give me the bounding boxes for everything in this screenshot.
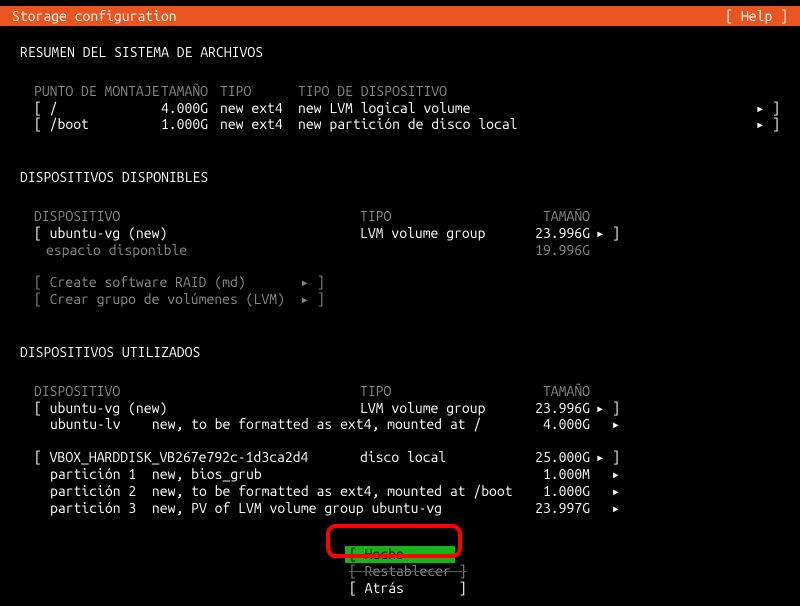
device-type: LVM volume group xyxy=(360,225,520,242)
col-device: DISPOSITIVO xyxy=(20,208,360,225)
header-title: Storage configuration xyxy=(12,8,177,25)
chevron-right-icon[interactable]: ▸ ] xyxy=(750,116,780,133)
fs-row[interactable]: [ / 4.000G new ext4 new LVM logical volu… xyxy=(20,100,780,117)
back-button[interactable]: [ Atrás ] xyxy=(345,580,455,597)
done-button[interactable]: [ Hecho ] xyxy=(345,546,455,563)
main-content: RESUMEN DEL SISTEMA DE ARCHIVOS PUNTO DE… xyxy=(0,44,800,597)
used-device-type: disco local xyxy=(360,449,520,466)
fs-mount: [ / xyxy=(20,100,150,117)
device-freespace-size: 19.996G xyxy=(520,242,590,259)
used-partition-name: partición 2 new, to be formatted as ext4… xyxy=(20,483,520,500)
fs-summary-section: RESUMEN DEL SISTEMA DE ARCHIVOS PUNTO DE… xyxy=(20,44,780,133)
col-devtype: TIPO DE DISPOSITIVO xyxy=(298,83,750,100)
used-title: DISPOSITIVOS UTILIZADOS xyxy=(20,344,780,361)
reset-button[interactable]: [ Restablecer ] xyxy=(345,563,455,580)
device-row-freespace: espacio disponible 19.996G xyxy=(20,242,780,259)
col-size: TAMAÑO xyxy=(150,83,220,100)
available-header: DISPOSITIVO TIPO TAMAÑO xyxy=(20,208,780,225)
fs-size: 1.000G xyxy=(150,116,220,133)
used-device-type: LVM volume group xyxy=(360,400,520,417)
device-freespace-label: espacio disponible xyxy=(20,242,360,259)
help-link[interactable]: [ Help ] xyxy=(725,8,788,25)
fs-devtype: new LVM logical volume xyxy=(298,100,750,117)
used-partition-size: 4.000G xyxy=(520,416,590,433)
used-partition-size: 1.000M xyxy=(520,466,590,483)
used-section: DISPOSITIVOS UTILIZADOS DISPOSITIVO TIPO… xyxy=(20,344,780,516)
fs-type: new ext4 xyxy=(220,100,298,117)
chevron-right-icon[interactable]: ▸ xyxy=(590,416,620,433)
fs-mount: [ /boot xyxy=(20,116,150,133)
col-type: TIPO xyxy=(360,383,520,400)
fs-row[interactable]: [ /boot 1.000G new ext4 new partición de… xyxy=(20,116,780,133)
used-device-size: 25.000G xyxy=(520,449,590,466)
col-size: TAMAÑO xyxy=(520,383,590,400)
chevron-right-icon[interactable]: ▸ ] xyxy=(590,225,620,242)
used-device-name: [ ubuntu-vg (new) xyxy=(20,400,360,417)
fs-summary-header: PUNTO DE MONTAJE TAMAÑO TIPO TIPO DE DIS… xyxy=(20,83,780,100)
used-device-row[interactable]: [ ubuntu-vg (new) LVM volume group 23.99… xyxy=(20,400,780,417)
used-device-row[interactable]: [ VBOX_HARDDISK_VB267e792c-1d3ca2d4 disc… xyxy=(20,449,780,466)
chevron-right-icon[interactable]: ▸ ] xyxy=(590,400,620,417)
used-device-size: 23.996G xyxy=(520,400,590,417)
action-buttons: [ Hecho ] [ Restablecer ] [ Atrás ] xyxy=(20,546,780,596)
used-partition-row[interactable]: ubuntu-lv new, to be formatted as ext4, … xyxy=(20,416,780,433)
fs-type: new ext4 xyxy=(220,116,298,133)
device-row[interactable]: [ ubuntu-vg (new) LVM volume group 23.99… xyxy=(20,225,780,242)
available-section: DISPOSITIVOS DISPONIBLES DISPOSITIVO TIP… xyxy=(20,169,780,308)
chevron-right-icon[interactable]: ▸ ] xyxy=(590,449,620,466)
used-partition-row[interactable]: partición 2 new, to be formatted as ext4… xyxy=(20,483,780,500)
used-partition-size: 1.000G xyxy=(520,483,590,500)
chevron-right-icon[interactable]: ▸ xyxy=(590,483,620,500)
header-bar: Storage configuration [ Help ] xyxy=(0,6,800,26)
fs-devtype: new partición de disco local xyxy=(298,116,750,133)
used-partition-size: 23.997G xyxy=(520,500,590,517)
col-size: TAMAÑO xyxy=(520,208,590,225)
col-type: TIPO xyxy=(220,83,298,100)
create-lvm-option[interactable]: [ Crear grupo de volúmenes (LVM) ▸ ] xyxy=(20,291,780,308)
used-partition-row[interactable]: partición 3 new, PV of LVM volume group … xyxy=(20,500,780,517)
available-title: DISPOSITIVOS DISPONIBLES xyxy=(20,169,780,186)
used-partition-name: partición 3 new, PV of LVM volume group … xyxy=(20,500,520,517)
used-device-name: [ VBOX_HARDDISK_VB267e792c-1d3ca2d4 xyxy=(20,449,360,466)
used-partition-row[interactable]: partición 1 new, bios_grub 1.000M ▸ xyxy=(20,466,780,483)
col-type: TIPO xyxy=(360,208,520,225)
chevron-right-icon[interactable]: ▸ xyxy=(590,500,620,517)
used-partition-name: partición 1 new, bios_grub xyxy=(20,466,520,483)
device-name: [ ubuntu-vg (new) xyxy=(20,225,360,242)
chevron-right-icon[interactable]: ▸ xyxy=(590,466,620,483)
create-raid-option[interactable]: [ Create software RAID (md) ▸ ] xyxy=(20,274,780,291)
used-header: DISPOSITIVO TIPO TAMAÑO xyxy=(20,383,780,400)
col-device: DISPOSITIVO xyxy=(20,383,360,400)
fs-size: 4.000G xyxy=(150,100,220,117)
device-size: 23.996G xyxy=(520,225,590,242)
fs-summary-title: RESUMEN DEL SISTEMA DE ARCHIVOS xyxy=(20,44,780,61)
chevron-right-icon[interactable]: ▸ ] xyxy=(750,100,780,117)
used-partition-name: ubuntu-lv new, to be formatted as ext4, … xyxy=(20,416,520,433)
col-mount: PUNTO DE MONTAJE xyxy=(20,83,150,100)
